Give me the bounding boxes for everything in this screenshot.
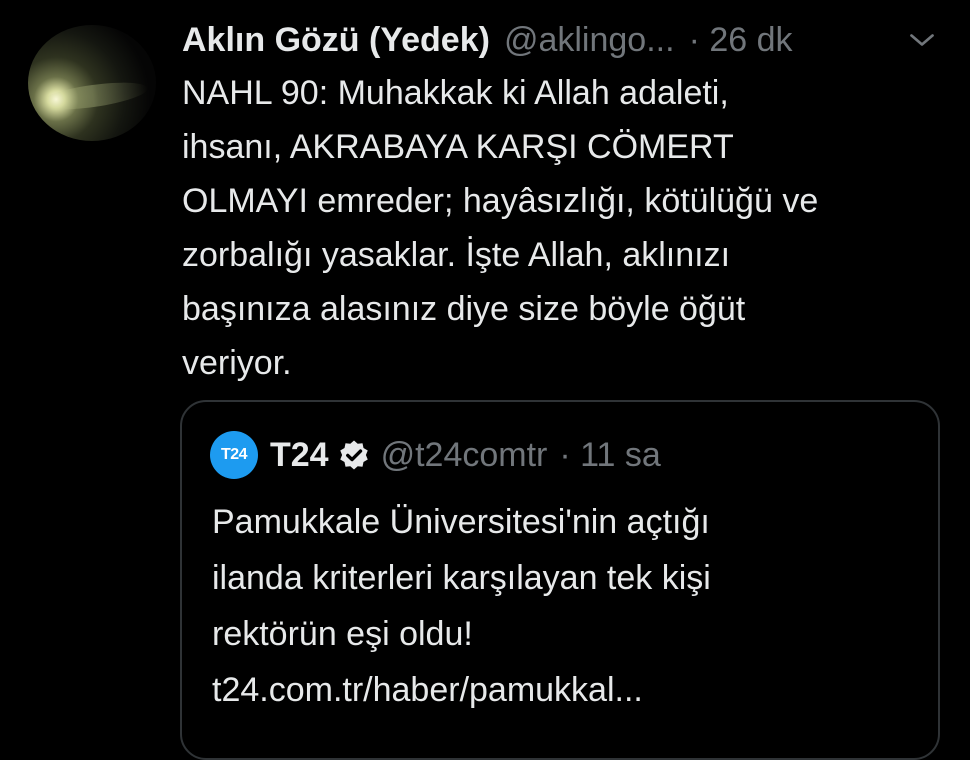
- quoted-tweet-text: Pamukkale Üniversitesi'nin açtığı ilanda…: [212, 494, 912, 718]
- quoted-text-line: ilanda kriterleri karşılayan tek kişi: [212, 559, 711, 597]
- avatar-light-streak: [37, 77, 149, 115]
- tweet-text: NAHL 90: Muhakkak ki Allah adaleti, ihsa…: [182, 66, 952, 390]
- quoted-author-handle[interactable]: @t24comtr: [381, 436, 548, 475]
- tweet-text-line: zorbalığı yasaklar. İşte Allah, aklınızı: [182, 236, 731, 274]
- author-avatar[interactable]: [28, 25, 156, 141]
- quoted-tweet-header: T24 T24 @t24comtr · 11 sa: [210, 430, 661, 480]
- quoted-link[interactable]: t24.com.tr/haber/pamukkal...: [212, 662, 912, 718]
- tweet-text-line: OLMAYI emreder; hayâsızlığı, kötülüğü ve: [182, 182, 819, 220]
- quoted-tweet[interactable]: T24 T24 @t24comtr · 11 sa Pamukkale Üniv…: [180, 400, 940, 760]
- quoted-text-line: Pamukkale Üniversitesi'nin açtığı: [212, 503, 710, 541]
- tweet-timestamp[interactable]: · 26 dk: [689, 21, 793, 60]
- author-handle[interactable]: @aklingo...: [504, 21, 675, 60]
- quoted-tweet-timestamp[interactable]: · 11 sa: [559, 436, 660, 475]
- verified-badge-icon: [339, 440, 368, 470]
- tweet-text-line: ihsanı, AKRABAYA KARŞI CÖMERT: [182, 128, 734, 166]
- t24-logo-avatar[interactable]: T24: [210, 431, 258, 479]
- chevron-down-icon[interactable]: [904, 22, 940, 58]
- tweet-text-line: veriyor.: [182, 344, 292, 382]
- tweet-text-line: NAHL 90: Muhakkak ki Allah adaleti,: [182, 74, 729, 112]
- quoted-author-name[interactable]: T24: [270, 436, 329, 475]
- author-name[interactable]: Aklın Gözü (Yedek): [182, 21, 490, 60]
- tweet-text-line: başınıza alasınız diye size böyle öğüt: [182, 290, 746, 328]
- quoted-text-line: rektörün eşi oldu!: [212, 615, 473, 653]
- tweet-header: Aklın Gözü (Yedek) @aklingo... · 26 dk: [182, 14, 940, 66]
